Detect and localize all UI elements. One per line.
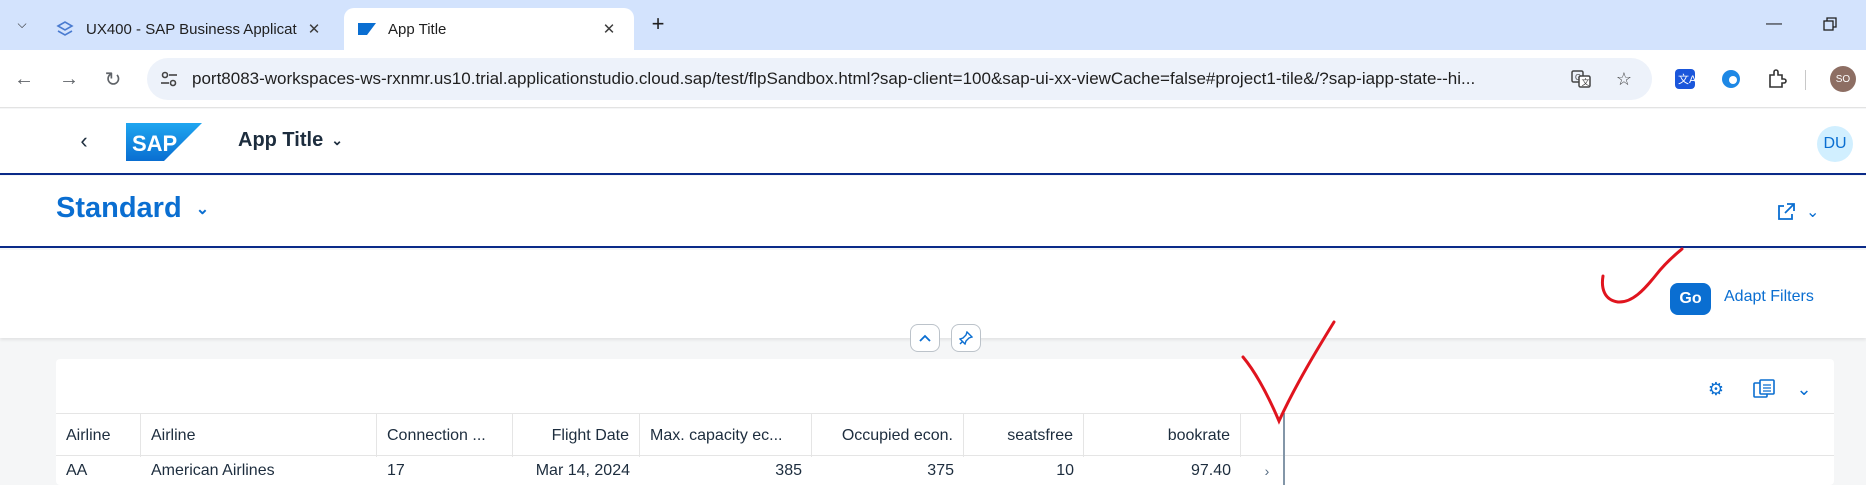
forward-arrow-icon[interactable]: → [55,65,83,93]
ux400-favicon-icon [56,20,74,38]
variant-name: Standard [56,192,182,224]
svg-text:文A: 文A [1678,72,1696,86]
close-tab-icon[interactable]: ✕ [598,18,620,40]
chevron-down-icon: ⌄ [195,200,210,218]
bookmark-star-icon[interactable]: ☆ [1613,68,1635,90]
close-tab-icon[interactable]: ✕ [303,18,325,40]
chevron-down-icon: ⌄ [1806,204,1820,221]
tab-ux400[interactable]: UX400 - SAP Business Applicat ✕ [42,8,339,50]
svg-text:文: 文 [1582,77,1590,87]
column-header-airline-code[interactable]: Airline [56,414,141,457]
go-button[interactable]: Go [1670,283,1711,315]
tab-search-chevron-icon[interactable]: ⌵ [10,12,34,36]
browser-toolbar: ← → ↻ port8083-workspaces-ws-rxnmr.us10.… [0,50,1866,108]
cell-flight-date: Mar 14, 2024 [535,462,630,479]
translate-icon[interactable]: G文 [1570,68,1592,90]
tab-title: UX400 - SAP Business Applicat [86,20,297,38]
toolbar-divider [1805,70,1806,90]
cell-occupied: 375 [927,462,954,479]
cell-max-capacity: 385 [775,462,802,479]
cell-bookrate: 97.40 [1190,462,1231,479]
row-navigation-chevron-right-icon[interactable]: › [1252,456,1282,485]
column-header-occupied[interactable]: Occupied econ. [812,414,964,457]
sap-logo: SAP [126,123,202,161]
column-header-bookrate[interactable]: bookrate [1084,414,1241,457]
reload-icon[interactable]: ↻ [99,65,127,93]
restore-window-button[interactable] [1816,10,1844,38]
table-settings-gear-icon[interactable]: ⚙ [1704,377,1728,401]
sap-favicon-icon [358,20,376,38]
chevron-up-icon [919,334,931,342]
column-resize-divider[interactable] [1283,413,1285,485]
column-header-flight-date[interactable]: Flight Date [513,414,640,457]
puzzle-extensions-icon[interactable] [1764,66,1790,92]
cell-airline-name: American Airlines [151,462,275,479]
cell-connection: 17 [387,462,405,479]
tab-app-title[interactable]: App Title ✕ [344,8,634,50]
export-icon[interactable] [1752,377,1776,401]
site-settings-icon[interactable] [159,69,179,89]
collapse-header-button[interactable] [910,324,940,352]
new-tab-button[interactable]: + [646,11,670,36]
tab-title: App Title [388,20,447,38]
address-bar[interactable]: port8083-workspaces-ws-rxnmr.us10.trial.… [147,58,1652,100]
app-title: App Title [238,129,324,151]
back-arrow-icon[interactable]: ← [10,65,38,93]
translate-extension-icon[interactable]: 文A [1672,66,1698,92]
url-text: port8083-workspaces-ws-rxnmr.us10.trial.… [192,69,1476,88]
column-header-seatsfree[interactable]: seatsfree [964,414,1084,457]
sap-shell-bar: ‹ SAP App Title ⌄ DU [0,109,1866,175]
export-menu-chevron-down-icon[interactable]: ⌄ [1792,377,1816,401]
app-title-menu[interactable]: App Title ⌄ [238,129,343,152]
cell-seatsfree: 10 [1056,462,1074,479]
variant-selector[interactable]: Standard ⌄ [56,192,209,225]
chevron-down-icon: ⌄ [331,132,343,148]
back-chevron-icon[interactable]: ‹ [72,128,96,153]
column-header-max-capacity[interactable]: Max. capacity ec... [640,414,812,457]
adapt-filters-button[interactable]: Adapt Filters [1724,288,1814,306]
table-row[interactable]: AA American Airlines 17 Mar 14, 2024 385… [56,456,1834,485]
edge-extension-icon[interactable] [1718,66,1744,92]
pin-header-button[interactable] [951,324,981,352]
browser-tabstrip: ⌵ UX400 - SAP Business Applicat ✕ App Ti… [0,0,1866,50]
page-header: Standard ⌄ ⌄ [0,176,1866,248]
profile-avatar[interactable]: SO [1830,66,1856,92]
share-icon [1778,203,1795,220]
table-card: ⚙ ⌄ Airline Airline Connection ... Fligh… [56,359,1834,485]
table-header-row: Airline Airline Connection ... Flight Da… [56,413,1834,457]
share-menu[interactable]: ⌄ [1776,198,1826,226]
cell-airline-code: AA [66,462,88,479]
minimize-window-button[interactable]: — [1760,10,1788,38]
pin-icon [959,331,973,345]
column-header-connection[interactable]: Connection ... [377,414,513,457]
svg-text:SAP: SAP [132,131,177,156]
user-avatar[interactable]: DU [1817,126,1853,162]
column-header-airline-name[interactable]: Airline [141,414,377,457]
